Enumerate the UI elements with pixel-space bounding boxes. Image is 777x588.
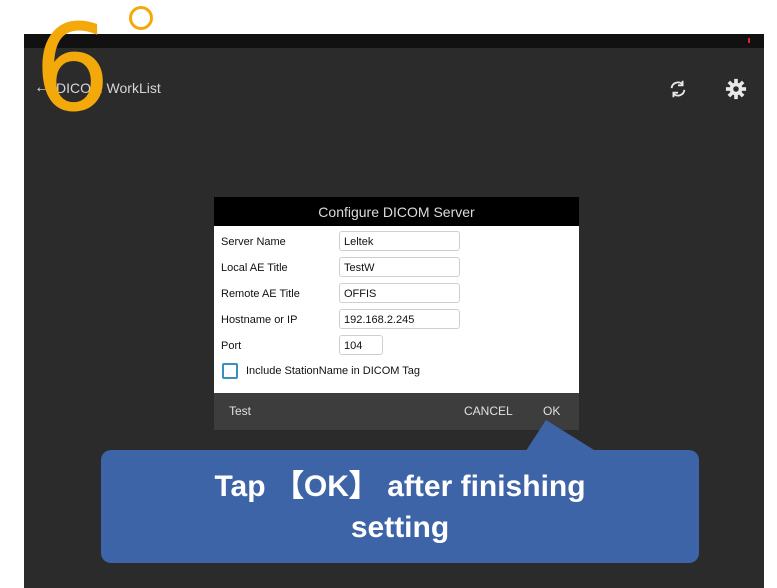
gear-icon[interactable] bbox=[725, 78, 747, 100]
ok-button[interactable]: OK bbox=[543, 404, 560, 418]
step-number: 6 bbox=[34, 0, 111, 139]
status-bar bbox=[24, 34, 764, 48]
server-name-row: Server Name Leltek bbox=[214, 230, 579, 254]
configure-dicom-dialog: Configure DICOM Server Server Name Lelte… bbox=[214, 197, 579, 430]
hostname-label: Hostname or IP bbox=[221, 314, 298, 326]
port-label: Port bbox=[221, 340, 242, 352]
callout-text: Tap 【OK】 after finishing setting bbox=[101, 466, 699, 548]
local-ae-label: Local AE Title bbox=[221, 262, 288, 274]
server-name-label: Server Name bbox=[221, 236, 286, 248]
server-name-field[interactable]: Leltek bbox=[339, 231, 460, 251]
dialog-title: Configure DICOM Server bbox=[214, 197, 579, 226]
station-name-label: Include StationName in DICOM Tag bbox=[246, 365, 421, 377]
port-row: Port 104 bbox=[214, 334, 579, 358]
local-ae-field[interactable]: TestW bbox=[339, 257, 460, 277]
callout-line-1: Tap 【OK】 after finishing bbox=[214, 470, 586, 503]
dialog-actions: Test CANCEL OK bbox=[214, 393, 579, 430]
server-form: Server Name Leltek Local AE Title TestW … bbox=[214, 226, 579, 393]
hostname-row: Hostname or IP 192.168.2.245 bbox=[214, 308, 579, 332]
hostname-field[interactable]: 192.168.2.245 bbox=[339, 309, 460, 329]
instruction-callout: Tap 【OK】 after finishing setting bbox=[101, 450, 699, 563]
local-ae-row: Local AE Title TestW bbox=[214, 256, 579, 280]
station-name-option[interactable]: Include StationName in DICOM Tag bbox=[222, 363, 420, 379]
degree-circle bbox=[129, 6, 153, 30]
remote-ae-field[interactable]: OFFIS bbox=[339, 283, 460, 303]
callout-line-2: setting bbox=[350, 511, 450, 544]
status-indicator bbox=[748, 38, 750, 43]
test-button[interactable]: Test bbox=[229, 404, 251, 418]
remote-ae-label: Remote AE Title bbox=[221, 288, 300, 300]
station-name-checkbox[interactable] bbox=[222, 363, 238, 379]
port-field[interactable]: 104 bbox=[339, 335, 383, 355]
cancel-button[interactable]: CANCEL bbox=[464, 404, 513, 418]
refresh-icon[interactable] bbox=[667, 78, 689, 100]
remote-ae-row: Remote AE Title OFFIS bbox=[214, 282, 579, 306]
